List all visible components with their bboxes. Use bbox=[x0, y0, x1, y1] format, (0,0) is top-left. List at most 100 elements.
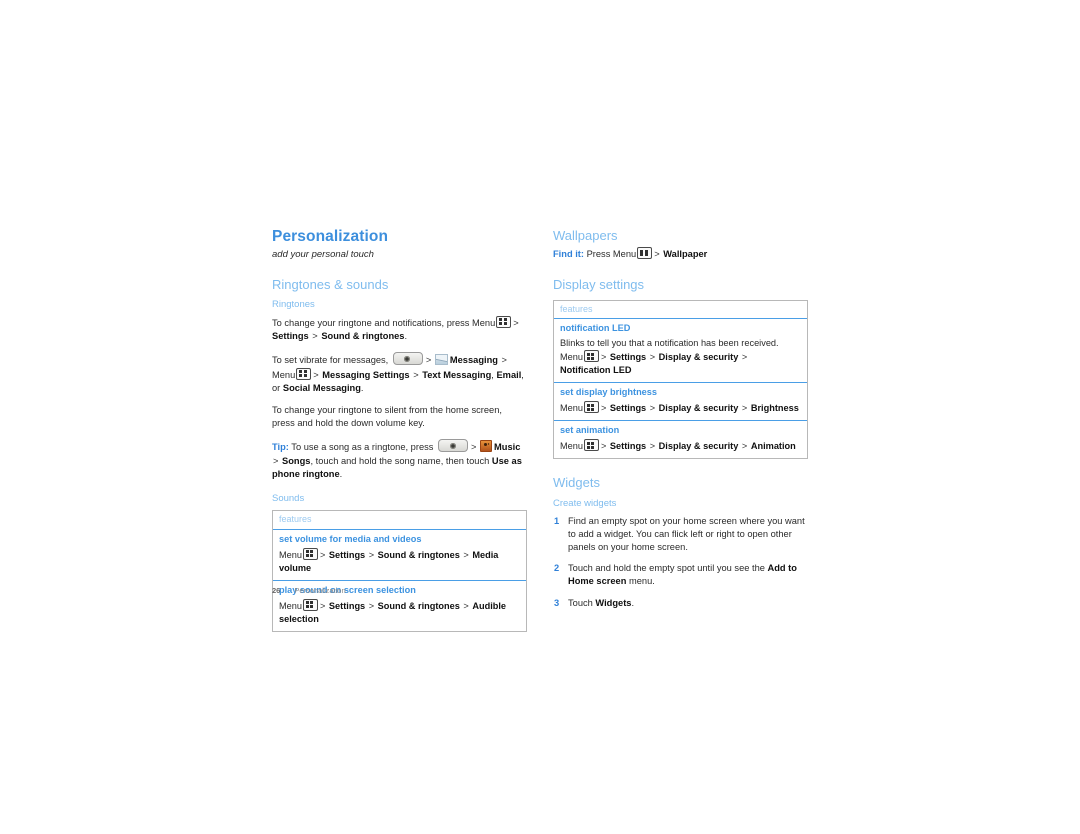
text-fragment: Menu bbox=[279, 549, 302, 560]
period: . bbox=[404, 331, 408, 342]
section-title-ringtones-and-sounds: Ringtones & sounds bbox=[272, 276, 389, 292]
chevron-separator: > bbox=[368, 600, 375, 611]
chapter-subtitle: add your personal touch bbox=[272, 248, 374, 260]
two-column-layout: Personalization add your personal touch … bbox=[272, 228, 812, 648]
comma: , bbox=[491, 369, 494, 380]
menu-path-display-security: Display & security bbox=[658, 441, 739, 452]
menu-path-settings: Settings bbox=[609, 403, 647, 414]
find-it-line-wallpapers: Find it: Press Menu > Wallpaper bbox=[553, 247, 808, 261]
menu-path-settings: Settings bbox=[272, 331, 309, 342]
feature-description: Menu > Settings > Display & security > An… bbox=[560, 439, 801, 453]
feature-description: Blinks to tell you that a notification h… bbox=[560, 337, 801, 377]
menu-key-icon bbox=[583, 439, 599, 452]
text-fragment: Menu bbox=[279, 600, 302, 611]
chevron-separator: > bbox=[501, 355, 507, 366]
menu-path-text-messaging: Text Messaging bbox=[422, 369, 492, 380]
menu-path-sound-ringtones: Sound & ringtones bbox=[377, 600, 460, 611]
table-row: set volume for media and videos Menu > Se… bbox=[273, 530, 526, 581]
menu-path-sound-ringtones: Sound & ringtones bbox=[321, 331, 405, 342]
menu-path-wallpaper: Wallpaper bbox=[663, 249, 708, 260]
text-fragment: To use a song as a ringtone, press bbox=[291, 442, 434, 453]
paragraph-change-ringtone: To change your ringtone and notification… bbox=[272, 316, 527, 343]
subsection-title-sounds: Sounds bbox=[272, 492, 305, 504]
chevron-separator: > bbox=[312, 331, 318, 342]
page-number: 26 bbox=[272, 586, 281, 595]
menu-path-settings: Settings bbox=[328, 549, 366, 560]
section-title-widgets: Widgets bbox=[553, 475, 600, 491]
menu-path-notification-led: Notification LED bbox=[560, 365, 632, 376]
feature-name: set volume for media and videos bbox=[279, 533, 422, 544]
list-item: 2 Touch and hold the empty spot until yo… bbox=[553, 562, 808, 588]
step-text-tail: menu. bbox=[629, 576, 655, 587]
text-fragment: To set vibrate for messages, bbox=[272, 355, 389, 366]
chevron-separator: > bbox=[600, 403, 607, 414]
menu-path-messaging: Messaging bbox=[449, 355, 498, 366]
find-it-label: Find it: bbox=[553, 249, 584, 260]
menu-key-icon bbox=[302, 547, 318, 560]
text-fragment: Menu bbox=[560, 441, 583, 452]
period: . bbox=[339, 468, 343, 479]
menu-path-settings: Settings bbox=[609, 441, 647, 452]
chevron-separator: > bbox=[649, 403, 656, 414]
menu-key-icon bbox=[583, 401, 599, 414]
chevron-separator: > bbox=[319, 549, 326, 560]
feature-name: set animation bbox=[560, 425, 620, 436]
section-title-display-settings: Display settings bbox=[553, 277, 645, 293]
home-key-icon bbox=[392, 352, 423, 366]
features-table-display-settings: features notification LED Blinks to tell… bbox=[553, 299, 808, 460]
footer-chapter-label: Personalization bbox=[294, 586, 346, 595]
period: . bbox=[360, 382, 364, 393]
features-table-sounds: features set volume for media and videos… bbox=[272, 509, 527, 632]
text-fragment: To change your ringtone and notification… bbox=[272, 318, 496, 329]
paragraph-silent-ringtone: To change your ringtone to silent from t… bbox=[272, 405, 502, 429]
menu-key-icon bbox=[302, 598, 318, 611]
page-footer: 26 Personalization bbox=[272, 586, 346, 595]
step-number: 1 bbox=[554, 515, 560, 526]
features-table-header: features bbox=[273, 511, 526, 530]
chevron-separator: > bbox=[368, 549, 375, 560]
step-text: Find an empty spot on your home screen w… bbox=[568, 515, 805, 552]
chevron-separator: > bbox=[741, 352, 748, 363]
step-text: Touch bbox=[568, 597, 593, 608]
steps-list-create-widgets: 1 Find an empty spot on your home screen… bbox=[553, 515, 808, 610]
feature-description: Menu > Settings > Sound & ringtones > Aud… bbox=[279, 598, 520, 626]
subsection-title-create-widgets: Create widgets bbox=[553, 497, 617, 509]
left-column: Personalization add your personal touch … bbox=[272, 228, 527, 648]
chapter-title: Personalization bbox=[272, 228, 389, 245]
menu-path-display-security: Display & security bbox=[658, 352, 739, 363]
text-fragment: Press Menu bbox=[586, 249, 637, 260]
chevron-separator: > bbox=[600, 352, 607, 363]
chevron-separator: > bbox=[273, 455, 279, 466]
menu-key-icon bbox=[583, 350, 599, 363]
table-row: set animation Menu > Settings > Display &… bbox=[554, 421, 807, 458]
menu-path-social-messaging: Social Messaging bbox=[282, 382, 361, 393]
chevron-separator: > bbox=[471, 442, 477, 453]
chevron-separator: > bbox=[463, 600, 469, 611]
menu-path-email: Email bbox=[496, 369, 522, 380]
step-number: 3 bbox=[554, 597, 560, 608]
tip-label: Tip: bbox=[272, 442, 289, 453]
chevron-separator: > bbox=[649, 352, 656, 363]
step-text-tail: . bbox=[631, 597, 635, 608]
chevron-separator: > bbox=[741, 441, 748, 452]
menu-path-brightness: Brightness bbox=[750, 403, 799, 414]
list-item: 1 Find an empty spot on your home screen… bbox=[553, 515, 808, 555]
chevron-separator: > bbox=[513, 318, 519, 329]
paragraph-set-vibrate: To set vibrate for messages, > Messaging… bbox=[272, 352, 527, 395]
step-text: Touch and hold the empty spot until you … bbox=[568, 563, 765, 574]
table-row: notification LED Blinks to tell you that… bbox=[554, 319, 807, 384]
paragraph-tip: Tip: To use a song as a ringtone, press … bbox=[272, 439, 527, 481]
menu-path-animation: Animation bbox=[750, 441, 796, 452]
feature-description: Menu > Settings > Sound & ringtones > Med… bbox=[279, 547, 520, 575]
menu-key-icon bbox=[637, 247, 653, 260]
menu-key-icon bbox=[296, 367, 312, 380]
list-item: 3 Touch Widgets. bbox=[553, 597, 808, 610]
document-page: Personalization add your personal touch … bbox=[0, 0, 1080, 834]
page-content: Personalization add your personal touch … bbox=[272, 228, 812, 648]
chevron-separator: > bbox=[425, 355, 432, 366]
text-fragment: Menu bbox=[272, 369, 296, 380]
chevron-separator: > bbox=[741, 403, 748, 414]
home-key-icon bbox=[438, 439, 469, 453]
menu-path-widgets: Widgets bbox=[595, 597, 632, 608]
subsection-title-ringtones: Ringtones bbox=[272, 299, 315, 311]
